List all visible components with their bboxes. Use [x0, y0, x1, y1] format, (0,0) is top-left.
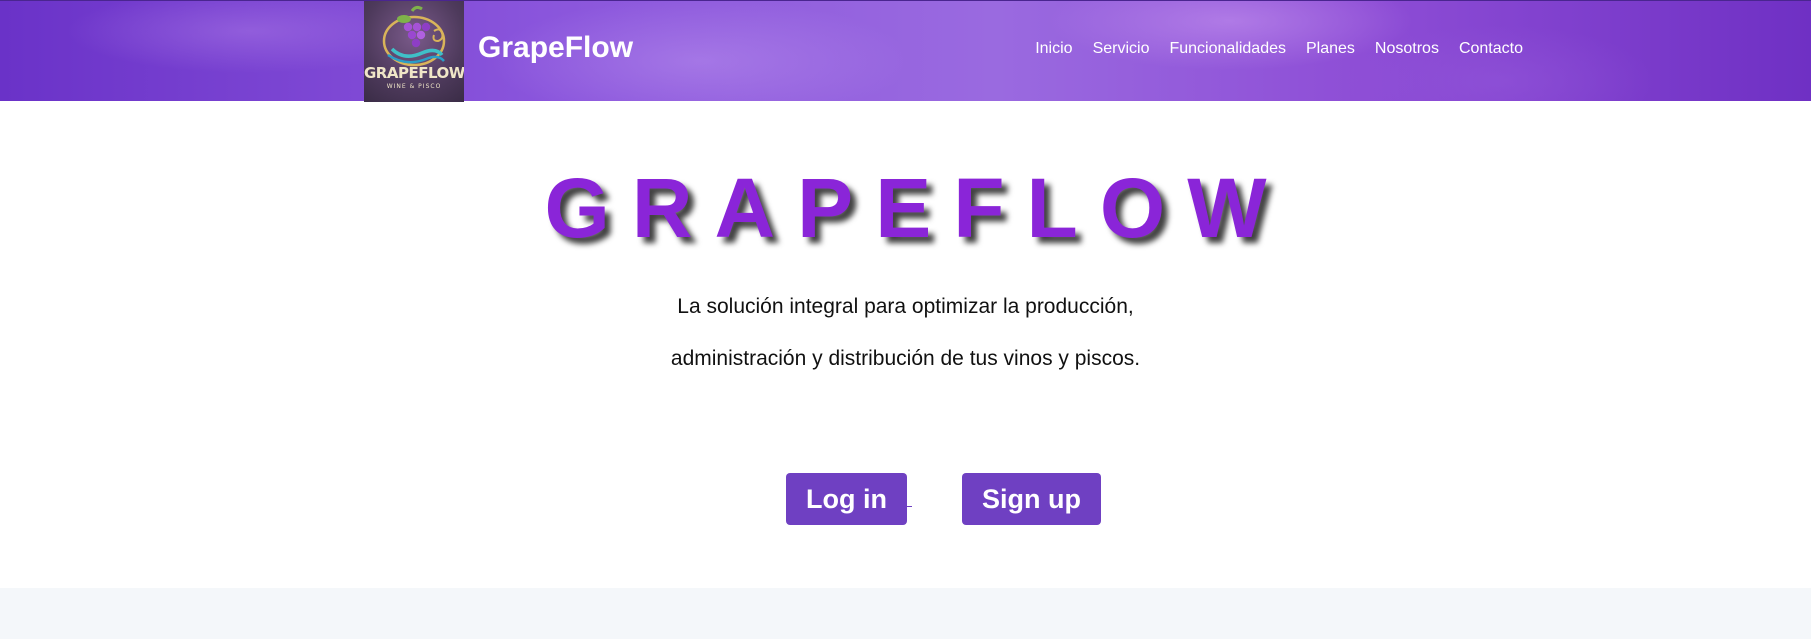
brand-name[interactable]: GrapeFlow [478, 31, 633, 65]
nav-link-planes[interactable]: Planes [1306, 40, 1355, 58]
top-navbar: GRAPEFLOW WINE & PISCO GrapeFlow Inicio … [0, 0, 1811, 102]
hero-subtitle-line2: administración y distribución de tus vin… [670, 347, 1141, 370]
nav-link-contacto[interactable]: Contacto [1459, 40, 1523, 58]
login-link-underline [907, 506, 912, 507]
main-nav: Inicio Servicio Funcionalidades Planes N… [1035, 40, 1523, 58]
nav-link-servicio[interactable]: Servicio [1093, 40, 1150, 58]
hero-subtitle-line1: La solución integral para optimizar la p… [677, 295, 1134, 318]
signup-button[interactable]: Sign up [962, 473, 1101, 525]
next-section-band [0, 588, 1811, 639]
hero-title: GRAPEFLOW [544, 161, 1289, 255]
nav-link-inicio[interactable]: Inicio [1035, 40, 1072, 58]
login-button[interactable]: Log in [786, 473, 907, 525]
logo-wordmark: GRAPEFLOW [364, 64, 464, 82]
nav-link-nosotros[interactable]: Nosotros [1375, 40, 1439, 58]
nav-link-funcionalidades[interactable]: Funcionalidades [1169, 40, 1286, 58]
logo-tagline: WINE & PISCO [386, 83, 442, 90]
brand-logo[interactable]: GRAPEFLOW WINE & PISCO [364, 1, 464, 102]
